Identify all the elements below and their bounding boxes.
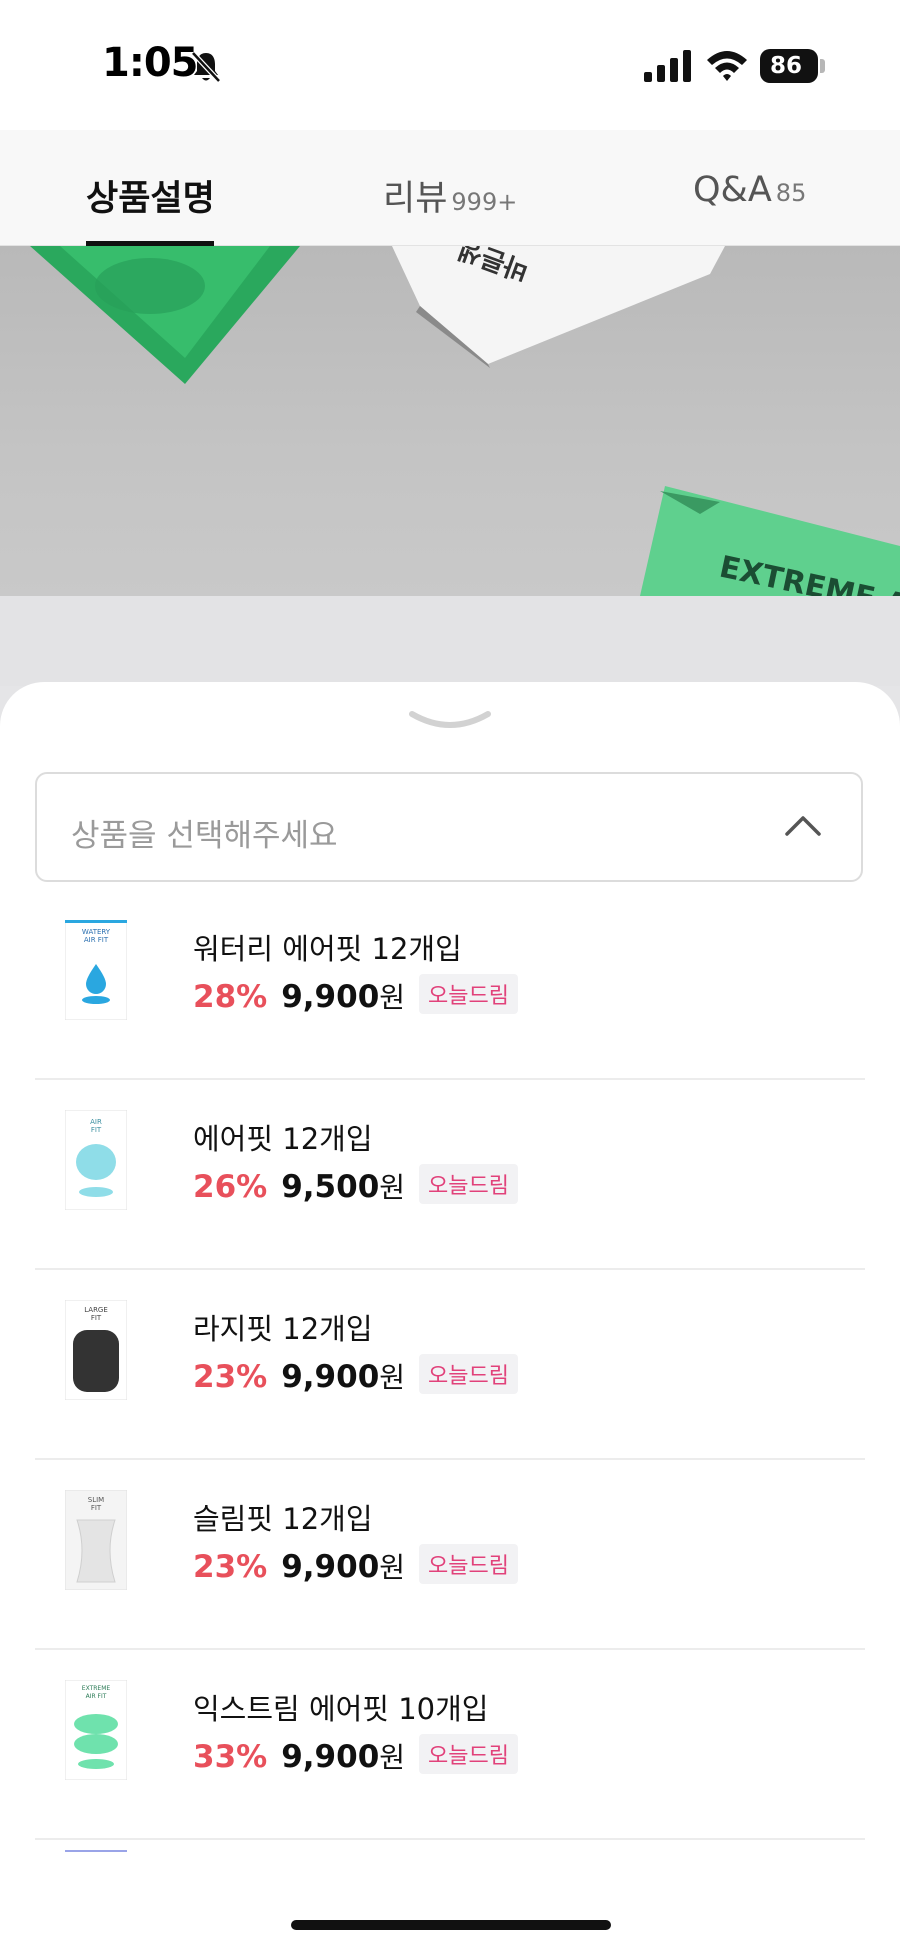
price-unit: 원 <box>379 1361 406 1394</box>
tab-count: 999+ <box>451 188 518 216</box>
battery-icon: 86 <box>760 49 818 83</box>
price: 9,900 <box>281 1739 380 1775</box>
discount-rate: 23% <box>193 1359 268 1395</box>
chevron-up-icon <box>785 816 821 836</box>
product-option-item[interactable]: EXTREME AIR FIT 익스트림 에어핏 10개입 33% 9,900원 오… <box>35 1650 865 1840</box>
delivery-badge: 오늘드림 <box>419 1164 518 1204</box>
price-unit: 원 <box>379 1741 406 1774</box>
product-option-item[interactable]: SLIM FIT 슬림핏 12개입 23% 9,900원 오늘드림 <box>35 1460 865 1650</box>
status-time: 1:05 <box>102 40 198 86</box>
discount-rate: 23% <box>193 1549 268 1585</box>
svg-text:FIT: FIT <box>91 1314 102 1322</box>
price-row: 26% 9,500원 오늘드림 <box>193 1164 518 1208</box>
product-select-dropdown[interactable]: 상품을 선택해주세요 <box>35 772 863 882</box>
price-row: 28% 9,900원 오늘드림 <box>193 974 518 1018</box>
delivery-badge: 오늘드림 <box>419 974 518 1014</box>
product-thumbnail: EXTREME AIR FIT <box>65 1680 127 1780</box>
delivery-badge: 오늘드림 <box>419 1734 518 1774</box>
product-option-item[interactable]: LARGE FIT 라지핏 12개입 23% 9,900원 오늘드림 <box>35 1270 865 1460</box>
tab-count: 85 <box>775 179 807 207</box>
tab-label: Q&A <box>693 170 772 210</box>
hero-illustration: 바른생 EXTREME A <box>30 246 900 596</box>
battery-level: 86 <box>769 53 802 79</box>
product-option-sheet: 상품을 선택해주세요 WATERY AIR FIT 워터리 에어핏 12개입 2… <box>0 682 900 1951</box>
product-option-item[interactable]: AIR FIT 에어핏 12개입 26% 9,500원 오늘드림 <box>35 1080 865 1270</box>
price: 9,900 <box>281 1549 380 1585</box>
select-placeholder: 상품을 선택해주세요 <box>71 818 338 854</box>
svg-text:AIR FIT: AIR FIT <box>84 936 109 944</box>
product-thumbnail: WATERY AIR FIT <box>65 920 127 1020</box>
tab-label: 상품설명 <box>86 179 215 219</box>
sheet-handle-chevron-down-icon[interactable] <box>408 710 492 730</box>
svg-text:SLIM: SLIM <box>88 1496 104 1504</box>
product-option-item-partial[interactable] <box>65 1850 127 1852</box>
tab-label: 리뷰 <box>383 179 448 219</box>
delivery-badge: 오늘드림 <box>419 1354 518 1394</box>
tab-qna[interactable]: Q&A 85 <box>693 130 823 245</box>
product-thumbnail: AIR FIT <box>65 1110 127 1210</box>
product-hero-image: 바른생 EXTREME A <box>0 246 900 596</box>
tab-bar: 상품설명 리뷰 999+ Q&A 85 <box>0 130 900 247</box>
product-name: 에어핏 12개입 <box>193 1122 373 1156</box>
svg-text:WATERY: WATERY <box>82 928 111 936</box>
svg-text:AIR FIT: AIR FIT <box>86 1693 107 1700</box>
bell-slash-icon <box>191 51 221 83</box>
svg-text:AIR: AIR <box>90 1118 102 1126</box>
product-option-item[interactable]: WATERY AIR FIT 워터리 에어핏 12개입 28% 9,900원 오늘드… <box>35 890 865 1080</box>
price-row: 23% 9,900원 오늘드림 <box>193 1354 518 1398</box>
svg-text:FIT: FIT <box>91 1126 102 1134</box>
product-name: 슬림핏 12개입 <box>193 1502 373 1536</box>
price-unit: 원 <box>379 1171 406 1204</box>
sheet-backdrop <box>0 596 900 686</box>
discount-rate: 28% <box>193 979 268 1015</box>
status-bar: 1:05 86 <box>0 0 900 130</box>
product-thumbnail: LARGE FIT <box>65 1300 127 1400</box>
price: 9,900 <box>281 1359 380 1395</box>
wifi-icon <box>707 51 747 81</box>
price-row: 33% 9,900원 오늘드림 <box>193 1734 518 1778</box>
svg-text:EXTREME: EXTREME <box>82 1685 111 1692</box>
discount-rate: 33% <box>193 1739 268 1775</box>
product-name: 라지핏 12개입 <box>193 1312 373 1346</box>
battery-cap <box>820 59 825 73</box>
svg-text:LARGE: LARGE <box>84 1306 108 1314</box>
price: 9,900 <box>281 979 380 1015</box>
discount-rate: 26% <box>193 1169 268 1205</box>
price: 9,500 <box>281 1169 380 1205</box>
svg-text:FIT: FIT <box>91 1504 102 1512</box>
signal-icon <box>644 50 691 82</box>
tab-description[interactable]: 상품설명 <box>86 130 216 245</box>
delivery-badge: 오늘드림 <box>419 1544 518 1584</box>
price-unit: 원 <box>379 1551 406 1584</box>
price-row: 23% 9,900원 오늘드림 <box>193 1544 518 1588</box>
product-name: 워터리 에어핏 12개입 <box>193 932 462 966</box>
tab-reviews[interactable]: 리뷰 999+ <box>383 130 523 245</box>
home-indicator[interactable] <box>291 1920 611 1930</box>
price-unit: 원 <box>379 981 406 1014</box>
product-name: 익스트림 에어핏 10개입 <box>193 1692 489 1726</box>
product-thumbnail: SLIM FIT <box>65 1490 127 1590</box>
